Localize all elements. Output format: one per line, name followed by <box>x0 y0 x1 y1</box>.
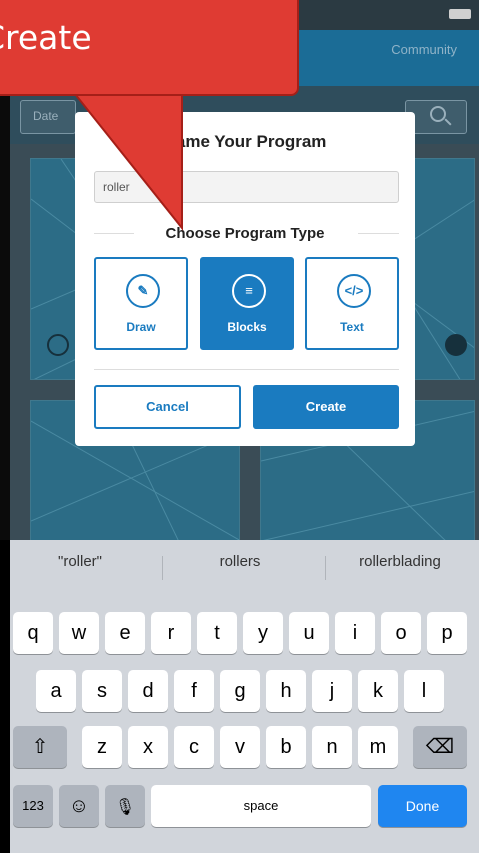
divider <box>325 556 326 580</box>
key[interactable]: k <box>358 670 398 712</box>
blocks-icon: ≡ <box>232 274 266 308</box>
type-label: Text <box>340 320 364 334</box>
tile-type-icon <box>445 334 467 356</box>
key[interactable]: e <box>105 612 145 654</box>
done-key[interactable]: Done <box>378 785 467 827</box>
cancel-button[interactable]: Cancel <box>94 385 241 429</box>
key[interactable]: g <box>220 670 260 712</box>
code-icon: </> <box>337 274 371 308</box>
suggestion-item[interactable]: rollerblading <box>330 553 470 570</box>
key[interactable]: j <box>312 670 352 712</box>
key[interactable]: x <box>128 726 168 768</box>
emoji-key[interactable]: ☺ <box>59 785 99 827</box>
key[interactable]: h <box>266 670 306 712</box>
create-button[interactable]: Create <box>253 385 399 429</box>
key[interactable]: o <box>381 612 421 654</box>
key[interactable]: y <box>243 612 283 654</box>
key[interactable]: b <box>266 726 306 768</box>
suggestion-bar: "roller" rollers rollerblading <box>10 553 479 591</box>
type-label: Blocks <box>227 320 267 334</box>
key[interactable]: a <box>36 670 76 712</box>
numbers-key[interactable]: 123 <box>13 785 53 827</box>
type-label: Draw <box>126 320 156 334</box>
divider <box>162 556 163 580</box>
key[interactable]: v <box>220 726 260 768</box>
tile-type-icon <box>47 334 69 356</box>
key[interactable]: d <box>128 670 168 712</box>
dictation-key[interactable]: 🎙 <box>105 785 145 827</box>
key[interactable]: t <box>197 612 237 654</box>
callout-label: Create <box>0 18 92 57</box>
key[interactable]: l <box>404 670 444 712</box>
space-key[interactable]: space <box>151 785 371 827</box>
microphone-icon: 🎙 <box>114 799 136 816</box>
shift-icon: ⇧ <box>31 736 49 758</box>
key[interactable]: f <box>174 670 214 712</box>
emoji-icon: ☺ <box>68 795 90 817</box>
backspace-key[interactable]: ⌫ <box>413 726 467 768</box>
key[interactable]: i <box>335 612 375 654</box>
draw-icon: ✎ <box>126 274 160 308</box>
callout-text: Create <box>0 18 200 57</box>
key[interactable]: r <box>151 612 191 654</box>
backspace-icon: ⌫ <box>425 736 455 758</box>
type-blocks-button[interactable]: ≡ Blocks <box>200 257 294 350</box>
key[interactable]: q <box>13 612 53 654</box>
type-text-button[interactable]: </> Text <box>305 257 399 350</box>
key[interactable]: u <box>289 612 329 654</box>
key[interactable]: p <box>427 612 467 654</box>
type-draw-button[interactable]: ✎ Draw <box>94 257 188 350</box>
key[interactable]: s <box>82 670 122 712</box>
suggestion-item[interactable]: "roller" <box>10 553 150 570</box>
key[interactable]: w <box>59 612 99 654</box>
key[interactable]: m <box>358 726 398 768</box>
key[interactable]: z <box>82 726 122 768</box>
key[interactable]: n <box>312 726 352 768</box>
key[interactable]: c <box>174 726 214 768</box>
shift-key[interactable]: ⇧ <box>13 726 67 768</box>
suggestion-item[interactable]: rollers <box>170 553 310 570</box>
divider <box>94 369 399 370</box>
